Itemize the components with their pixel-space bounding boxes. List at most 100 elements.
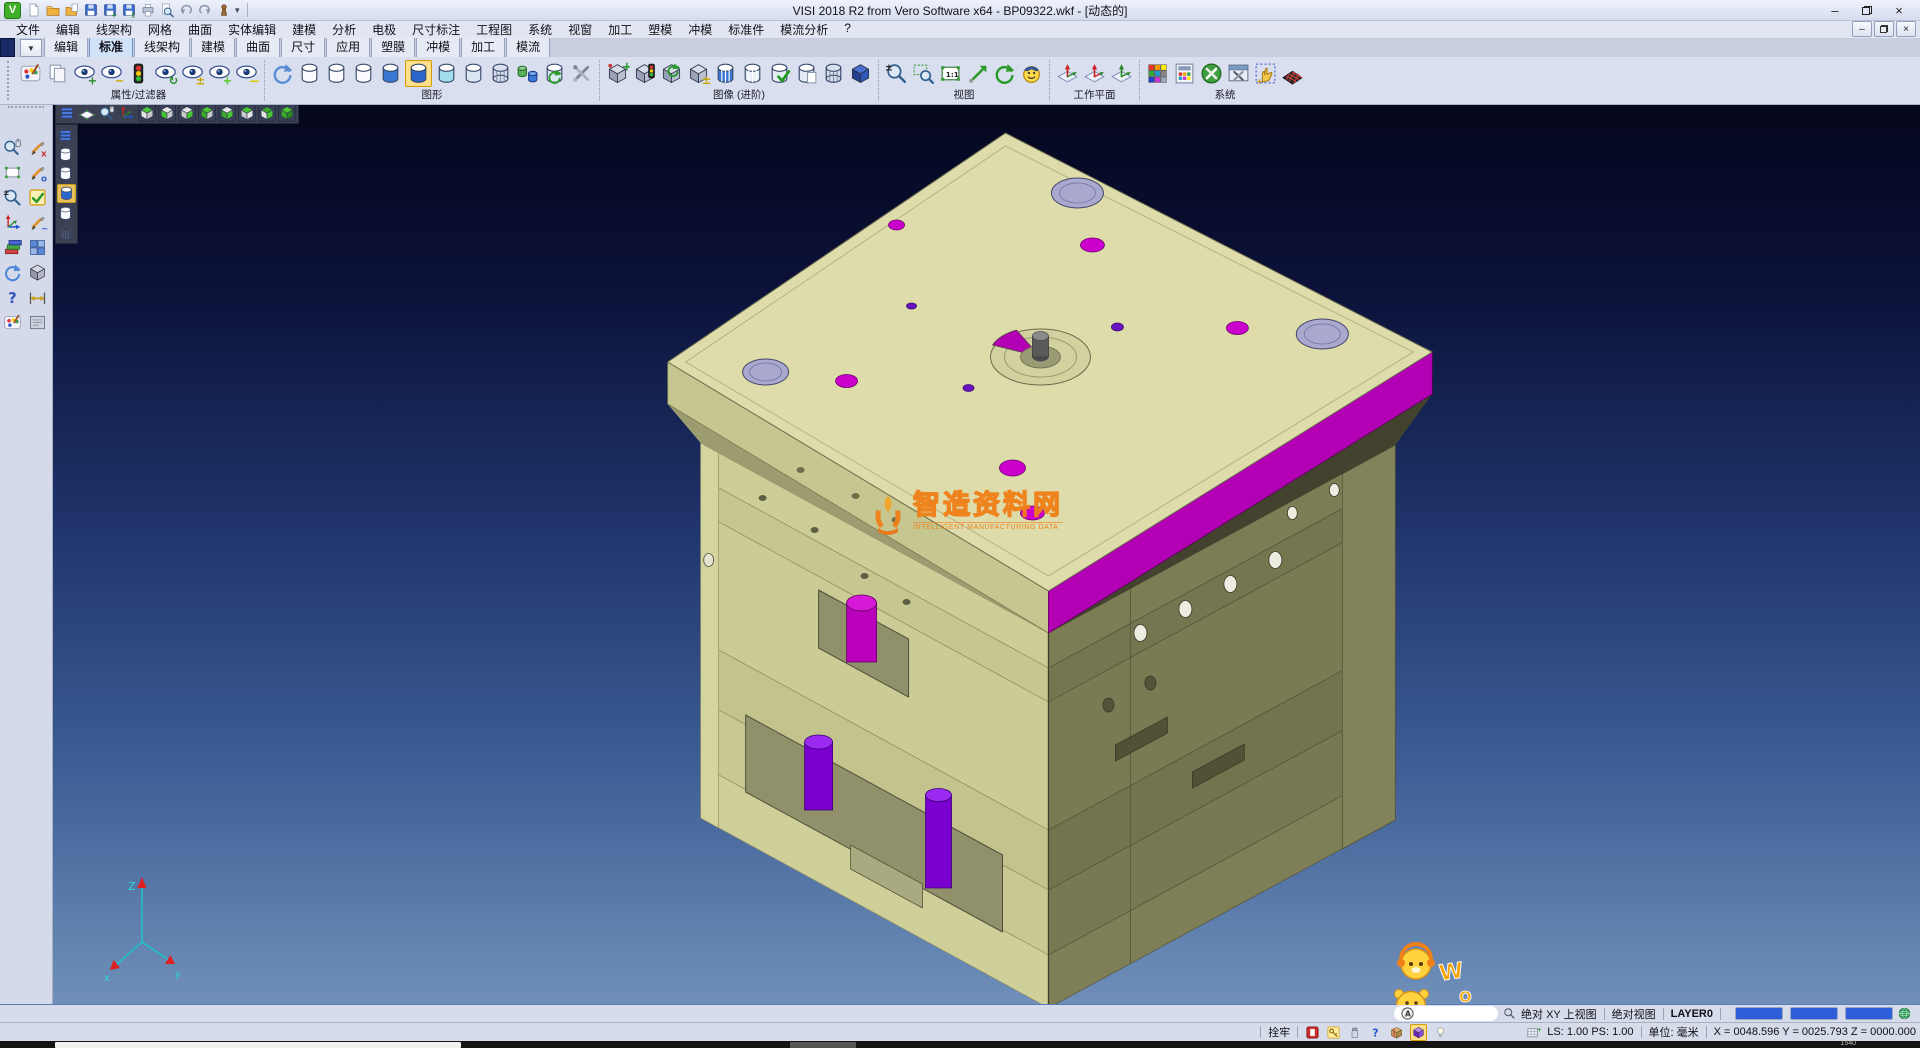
solid-cube-icon[interactable] — [848, 61, 873, 86]
cylinder-outline-1-icon[interactable] — [297, 61, 322, 86]
view-plane-icon[interactable] — [78, 104, 96, 122]
lock-toggle[interactable]: 拴牢 — [1268, 1024, 1290, 1040]
view-cube-5-icon[interactable] — [218, 104, 236, 122]
grid-plane-icon[interactable] — [27, 237, 48, 258]
workplane-move-icon[interactable] — [1109, 61, 1134, 86]
validate-solid-icon[interactable] — [767, 61, 792, 86]
display-wireframe-icon[interactable] — [57, 224, 74, 241]
wireframe-solid-icon[interactable] — [821, 61, 846, 86]
status-jar-icon[interactable] — [1347, 1025, 1362, 1040]
zoom-1to1-icon[interactable]: 1:1 — [938, 61, 963, 86]
tab-dropdown-button[interactable]: ▼ — [20, 39, 42, 57]
tab-8[interactable]: 冲模 — [416, 36, 460, 57]
modify-attributes-icon[interactable] — [18, 61, 43, 86]
tab-5[interactable]: 尺寸 — [281, 36, 325, 57]
hide-entities-icon[interactable]: − — [99, 61, 124, 86]
notes-board-icon[interactable] — [27, 312, 48, 333]
tab-10[interactable]: 模流 — [506, 36, 550, 57]
solid-preview-icon[interactable] — [27, 262, 48, 283]
material-palette-icon[interactable] — [2, 312, 23, 333]
status-workplane-cube-icon[interactable] — [1410, 1024, 1427, 1041]
mdi-minimize-button[interactable]: – — [1852, 21, 1872, 37]
display-outline-3-icon[interactable] — [57, 205, 74, 222]
view-cube-4-icon[interactable] — [198, 104, 216, 122]
menu-item-18[interactable]: ? — [836, 20, 859, 39]
viewport-canvas[interactable]: Z x y — [53, 104, 1920, 1005]
view-cube-7-icon[interactable] — [258, 104, 276, 122]
cylinder-pair-icon[interactable] — [515, 61, 540, 86]
visibility-filter-icon[interactable] — [126, 61, 151, 86]
menu-item-3[interactable]: 网格 — [140, 20, 180, 39]
refresh-view-icon[interactable] — [2, 262, 23, 283]
refresh-visibility-icon[interactable]: ↻ — [153, 61, 178, 86]
solid-report-icon[interactable] — [794, 61, 819, 86]
status-lamp-icon[interactable] — [1433, 1025, 1448, 1040]
view-cube-2-icon[interactable] — [158, 104, 176, 122]
toggle-visibility-icon[interactable]: ± — [180, 61, 205, 86]
move-axis-icon[interactable] — [2, 212, 23, 233]
menu-item-14[interactable]: 塑模 — [640, 20, 680, 39]
display-shaded-icon[interactable] — [57, 184, 76, 203]
view-cube-3-icon[interactable] — [178, 104, 196, 122]
help-icon[interactable]: ? — [2, 287, 23, 308]
view-orientation-label[interactable]: 绝对 XY 上视图 — [1521, 1006, 1597, 1022]
layer-list-icon[interactable] — [57, 127, 74, 144]
redo-icon[interactable] — [197, 2, 213, 18]
zoom-select-icon[interactable] — [2, 137, 23, 158]
measure-icon[interactable] — [27, 287, 48, 308]
striped-cylinder-icon[interactable] — [740, 61, 765, 86]
sketch-circle-icon[interactable]: o — [27, 162, 48, 183]
view-zoom-icon[interactable] — [98, 104, 116, 122]
hide-all-icon[interactable]: — — [234, 61, 259, 86]
striped-cylinder-blue-icon[interactable] — [713, 61, 738, 86]
update-shading-icon[interactable] — [542, 61, 567, 86]
status-package-icon[interactable] — [1389, 1025, 1404, 1040]
menu-item-10[interactable]: 工程图 — [468, 20, 520, 39]
quick-access-dropdown-icon[interactable]: ▾ — [235, 5, 240, 16]
open-document-icon[interactable] — [64, 2, 80, 18]
menu-item-6[interactable]: 建模 — [284, 20, 324, 39]
menu-item-1[interactable]: 编辑 — [48, 20, 88, 39]
toolbar-drag-handle[interactable] — [7, 61, 14, 100]
command-input[interactable] — [55, 1042, 461, 1048]
menu-item-2[interactable]: 线架构 — [88, 20, 140, 39]
view-list-icon[interactable] — [58, 104, 76, 122]
sketch-delete-icon[interactable]: x — [27, 137, 48, 158]
color-palette-icon[interactable] — [1145, 61, 1170, 86]
view-mode-label[interactable]: 绝对视图 — [1612, 1006, 1656, 1022]
menu-item-11[interactable]: 系统 — [520, 20, 560, 39]
view-cube-1-icon[interactable] — [138, 104, 156, 122]
menu-item-7[interactable]: 分析 — [324, 20, 364, 39]
attribute-report-icon[interactable] — [45, 61, 70, 86]
shading-settings-icon[interactable] — [569, 61, 594, 86]
search-icon[interactable] — [1502, 1006, 1517, 1021]
tab-7[interactable]: 塑膜 — [371, 36, 415, 57]
window-settings-icon[interactable] — [1226, 61, 1251, 86]
tab-6[interactable]: 应用 — [326, 36, 370, 57]
zoom-in-out-icon[interactable]: ± — [884, 61, 909, 86]
zoom-extents-icon[interactable] — [965, 61, 990, 86]
mdi-close-button[interactable]: × — [1896, 21, 1916, 37]
display-outline-1-icon[interactable] — [57, 146, 74, 163]
confirm-icon[interactable] — [27, 187, 48, 208]
image-toggle-icon[interactable]: ± — [686, 61, 711, 86]
menu-item-8[interactable]: 电极 — [364, 20, 404, 39]
mdi-restore-button[interactable] — [1874, 21, 1894, 37]
status-help-icon[interactable]: ? — [1368, 1025, 1383, 1040]
menu-item-4[interactable]: 曲面 — [180, 20, 220, 39]
snap-settings-icon[interactable]: + — [1253, 61, 1278, 86]
left-panel-drag-handle[interactable] — [8, 106, 44, 113]
tab-4[interactable]: 曲面 — [236, 36, 280, 57]
minimize-button[interactable]: – — [1826, 3, 1844, 17]
annotation-pill[interactable]: A — [1394, 1006, 1498, 1021]
settings-ball-icon[interactable] — [1199, 61, 1224, 86]
shaded-view-icon[interactable] — [378, 61, 403, 86]
menu-item-12[interactable]: 视窗 — [560, 20, 600, 39]
menu-item-13[interactable]: 加工 — [600, 20, 640, 39]
active-layer-label[interactable]: LAYER0 — [1671, 1008, 1713, 1020]
close-button[interactable]: × — [1890, 3, 1908, 17]
menu-item-5[interactable]: 实体编辑 — [220, 20, 284, 39]
view-cube-8-icon[interactable] — [278, 104, 296, 122]
restore-button[interactable] — [1858, 3, 1876, 17]
units-label[interactable]: 单位: 毫米 — [1649, 1024, 1699, 1040]
